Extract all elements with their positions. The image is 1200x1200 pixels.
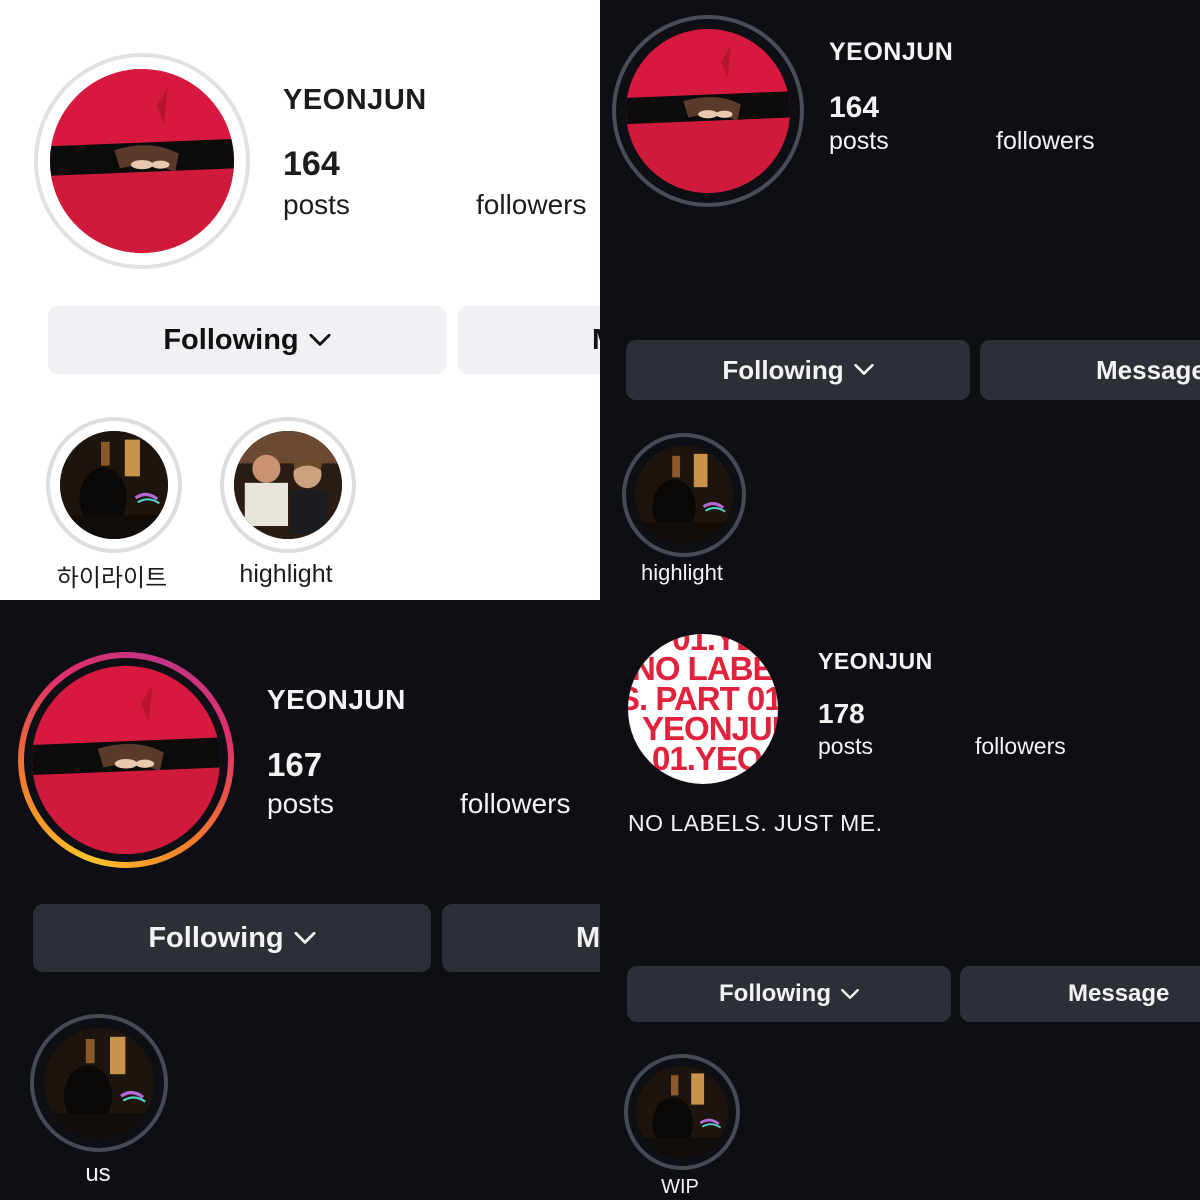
- avatar-story-ring[interactable]: [18, 652, 234, 868]
- highlight-2[interactable]: [220, 417, 356, 553]
- bio-text: NO LABELS. JUST ME.: [628, 810, 883, 836]
- avatar-text-line: 01.YEO: [652, 740, 763, 777]
- username: YEONJUN: [818, 648, 933, 674]
- posts-label[interactable]: posts: [267, 788, 334, 820]
- posts-count: 164: [829, 91, 880, 124]
- chevron-down-icon: [294, 932, 316, 945]
- highlight-label-1: highlight: [641, 560, 723, 585]
- profile-panel-1: YEONJUN 164 posts followers Following M …: [0, 0, 600, 600]
- message-label: Message: [1096, 354, 1200, 385]
- profile-panel-3: YEONJUN 167 posts followers Following M …: [0, 600, 600, 1200]
- followers-label[interactable]: followers: [460, 788, 570, 820]
- message-label: Message: [1068, 980, 1170, 1007]
- highlight-label-1: 하이라이트: [56, 565, 168, 592]
- username: YEONJUN: [283, 84, 427, 116]
- highlight-label-1: us: [85, 1160, 111, 1187]
- following-label: Following: [163, 323, 299, 356]
- followers-label[interactable]: followers: [996, 127, 1095, 156]
- chevron-down-icon: [841, 989, 859, 1000]
- avatar: [32, 666, 220, 854]
- message-button[interactable]: M: [458, 306, 600, 374]
- posts-label[interactable]: posts: [818, 733, 873, 760]
- following-label: Following: [722, 354, 844, 385]
- highlight-1[interactable]: [624, 1054, 740, 1170]
- avatar-ring[interactable]: [612, 15, 804, 207]
- following-button[interactable]: Following: [627, 966, 951, 1022]
- highlight-cover: [636, 1066, 728, 1158]
- posts-label[interactable]: posts: [829, 127, 889, 156]
- following-label: Following: [719, 980, 831, 1007]
- avatar: [50, 69, 234, 253]
- followers-label[interactable]: followers: [476, 189, 586, 221]
- profile-panel-2: YEONJUN 164 posts followers Following Me…: [600, 0, 1200, 600]
- highlight-cover: [234, 431, 342, 539]
- posts-count: 167: [267, 746, 323, 783]
- avatar[interactable]: RT 01.YEO NO LABELS. S. PART 01.Y YEONJU…: [628, 634, 778, 784]
- avatar-ring[interactable]: [34, 53, 250, 269]
- following-button[interactable]: Following: [48, 306, 446, 374]
- highlight-cover: [60, 431, 168, 539]
- posts-count: 164: [283, 145, 340, 183]
- username: YEONJUN: [829, 38, 954, 66]
- message-button[interactable]: M: [442, 904, 600, 972]
- highlight-label-2: highlight: [239, 560, 333, 588]
- highlight-1[interactable]: [30, 1014, 168, 1152]
- highlight-1[interactable]: [46, 417, 182, 553]
- message-button[interactable]: Message: [960, 966, 1200, 1022]
- chevron-down-icon: [309, 334, 331, 347]
- profile-panel-4: RT 01.YEO NO LABELS. S. PART 01.Y YEONJU…: [600, 600, 1200, 1200]
- highlight-cover: [635, 446, 733, 544]
- posts-count: 178: [818, 698, 865, 729]
- followers-label[interactable]: followers: [975, 733, 1066, 760]
- following-label: Following: [148, 921, 284, 954]
- message-label: M: [576, 921, 600, 954]
- message-label: M: [592, 324, 600, 357]
- highlight-1[interactable]: [622, 433, 746, 557]
- username: YEONJUN: [267, 684, 406, 715]
- avatar: [626, 29, 790, 193]
- following-button[interactable]: Following: [626, 340, 970, 400]
- following-button[interactable]: Following: [33, 904, 431, 972]
- posts-label[interactable]: posts: [283, 189, 350, 221]
- chevron-down-icon: [854, 364, 874, 376]
- highlight-label-1: WIP: [661, 1176, 699, 1198]
- highlight-cover: [44, 1028, 154, 1138]
- message-button[interactable]: Message: [980, 340, 1200, 400]
